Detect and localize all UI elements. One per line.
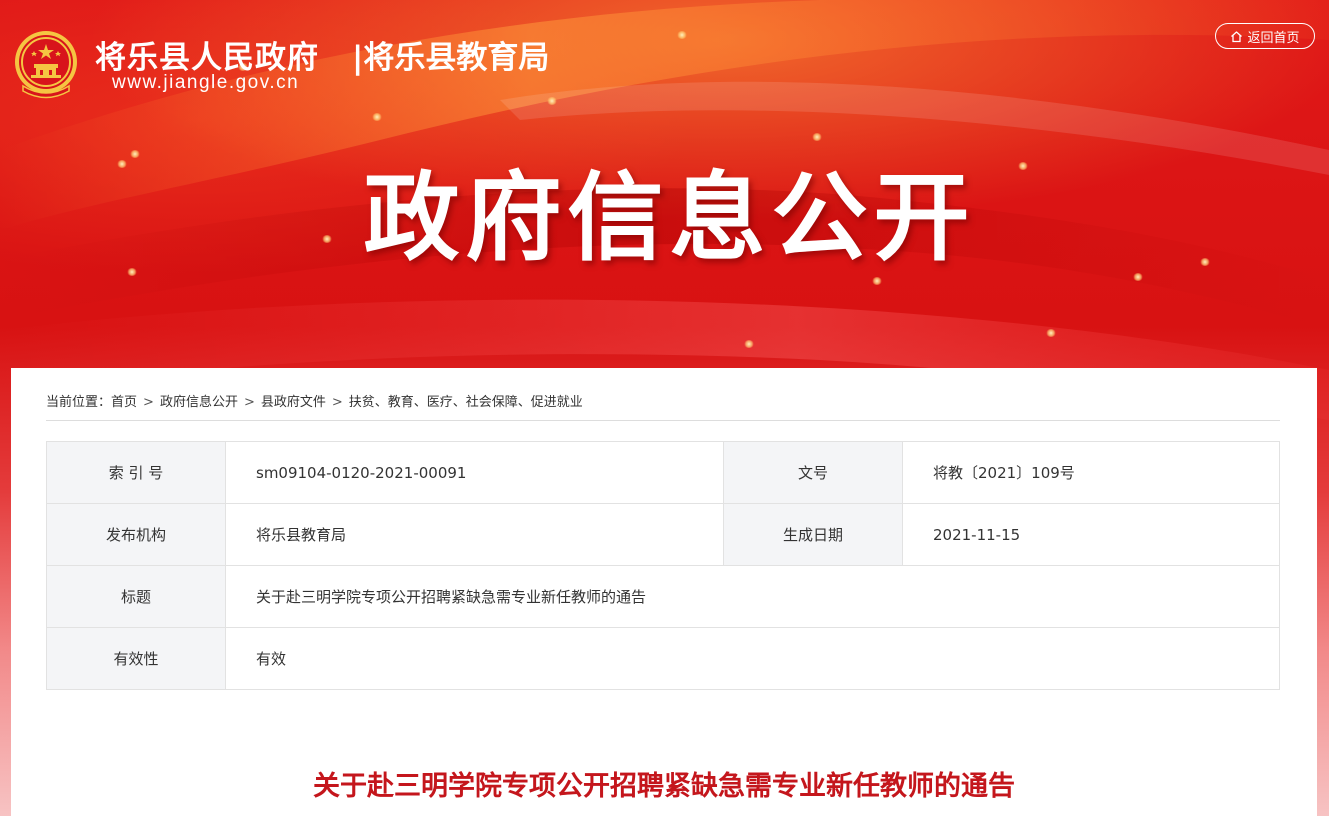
home-button[interactable]: 返回首页 xyxy=(1215,23,1315,49)
table-row: 标题 关于赴三明学院专项公开招聘紧缺急需专业新任教师的通告 xyxy=(46,565,1280,628)
validity-value: 有效 xyxy=(225,627,1280,690)
hero-title: 政府信息公开 xyxy=(363,162,976,274)
breadcrumb-separator: > xyxy=(243,395,255,410)
page: 将乐县人民政府 www.jiangle.gov.cn |将乐县教育局 返回首页 … xyxy=(0,0,1329,816)
document-number-value: 将教〔2021〕109号 xyxy=(902,441,1280,504)
breadcrumb-item-county-docs[interactable]: 县政府文件 xyxy=(261,395,326,410)
publisher-label: 发布机构 xyxy=(46,503,226,566)
table-row: 发布机构 将乐县教育局 生成日期 2021-11-15 xyxy=(46,503,1280,566)
sparkle xyxy=(547,97,557,105)
document-metadata-table: 索 引 号 sm09104-0120-2021-00091 文号 将教〔2021… xyxy=(46,441,1280,690)
breadcrumb-separator: > xyxy=(331,395,343,410)
sparkle xyxy=(372,113,382,121)
breadcrumb-item-home[interactable]: 首页 xyxy=(111,395,137,410)
title-label: 标题 xyxy=(46,565,226,628)
breadcrumb: 当前位置：首页 > 政府信息公开 > 县政府文件 > 扶贫、教育、医疗、社会保障、促进就业 xyxy=(46,391,583,410)
table-row: 有效性 有效 xyxy=(46,627,1280,690)
home-icon xyxy=(1231,30,1243,42)
date-value: 2021-11-15 xyxy=(902,503,1280,566)
department-name: |将乐县教育局 xyxy=(352,40,550,76)
home-button-label: 返回首页 xyxy=(1247,30,1300,46)
sparkle xyxy=(744,340,754,348)
content-panel: 当前位置：首页 > 政府信息公开 > 县政府文件 > 扶贫、教育、医疗、社会保障、促进就业 … xyxy=(11,368,1317,816)
breadcrumb-item-info-disclosure[interactable]: 政府信息公开 xyxy=(160,395,238,410)
document-number-label: 文号 xyxy=(723,441,903,504)
breadcrumb-prefix: 当前位置： xyxy=(46,395,112,410)
national-emblem-icon xyxy=(15,31,77,99)
sparkle xyxy=(677,31,687,39)
publisher-value: 将乐县教育局 xyxy=(225,503,724,566)
date-label: 生成日期 xyxy=(723,503,903,566)
article-title: 关于赴三明学院专项公开招聘紧缺急需专业新任教师的通告 xyxy=(313,771,1015,802)
breadcrumb-separator: > xyxy=(143,395,154,410)
site-name[interactable]: 将乐县人民政府 xyxy=(95,32,319,77)
breadcrumb-divider xyxy=(46,420,1280,421)
breadcrumb-item-category[interactable]: 扶贫、教育、医疗、社会保障、促进就业 xyxy=(349,395,583,410)
sparkle xyxy=(1046,329,1056,337)
table-row: 索 引 号 sm09104-0120-2021-00091 文号 将教〔2021… xyxy=(46,441,1280,504)
title-value: 关于赴三明学院专项公开招聘紧缺急需专业新任教师的通告 xyxy=(225,565,1280,628)
site-url[interactable]: www.jiangle.gov.cn xyxy=(112,72,299,94)
index-number-label: 索 引 号 xyxy=(46,441,226,504)
index-number-value: sm09104-0120-2021-00091 xyxy=(225,441,724,504)
validity-label: 有效性 xyxy=(46,627,226,690)
